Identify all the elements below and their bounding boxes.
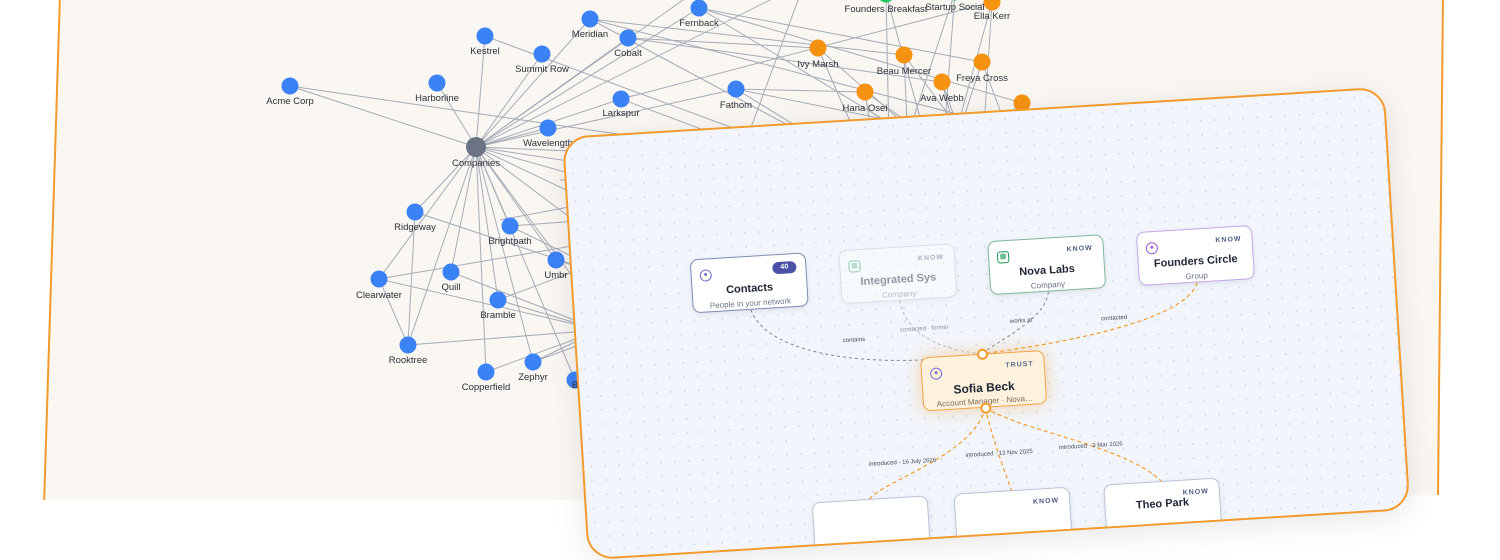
company-label: Clearwater: [356, 290, 402, 301]
company-node[interactable]: [690, 0, 708, 17]
company-node[interactable]: [524, 353, 542, 371]
event-label: Startup Social: [925, 2, 984, 13]
company-node[interactable]: [406, 203, 424, 221]
relationship-tag: KNOW: [1032, 497, 1060, 506]
contacts-node[interactable]: ● 40 Contacts People in your network: [689, 252, 809, 314]
detail-edges: contains contacted · former works at con…: [750, 282, 1198, 500]
person-node[interactable]: [933, 73, 951, 91]
person-label: Ivy Marsh: [797, 59, 838, 70]
company-node[interactable]: [399, 336, 417, 354]
company-node[interactable]: [442, 263, 460, 281]
person-label: Hana Osei: [843, 103, 888, 114]
company-node[interactable]: [619, 29, 637, 47]
company-label: Umbr: [544, 270, 567, 281]
company-label: Meridian: [572, 29, 608, 40]
company-label: Quill: [441, 282, 460, 293]
relationship-tag: TRUST: [1005, 360, 1034, 370]
company-node[interactable]: [428, 74, 446, 92]
edge-label-intro-1: introduced · 16 July 2026: [869, 458, 937, 468]
company-label: Cobalt: [614, 48, 642, 59]
contacts-count-badge: 40: [772, 260, 797, 275]
relationship-detail-panel: contains contacted · former works at con…: [562, 86, 1411, 560]
edge-intro-2: [984, 407, 1012, 491]
building-icon: ▦: [848, 260, 861, 273]
company-node[interactable]: [581, 10, 599, 28]
company-node[interactable]: [281, 77, 299, 95]
person-icon: ●: [929, 367, 943, 380]
person-node[interactable]: [895, 46, 913, 64]
companies-hub-label: Companies: [452, 158, 500, 169]
person-label: Ava Webb: [920, 93, 963, 104]
introduced-contact-node[interactable]: [811, 495, 931, 557]
edge-label-works-at: works at: [1009, 318, 1033, 325]
company-label: Rooktree: [389, 355, 428, 366]
company-node[interactable]: [477, 363, 495, 381]
company-label: Copperfield: [462, 382, 511, 393]
person-label: Freya Cross: [956, 73, 1008, 84]
company-node[interactable]: [533, 45, 551, 63]
building-icon: ▦: [996, 250, 1010, 264]
relationship-tag: KNOW: [1215, 235, 1242, 245]
introduced-contact-name: [814, 512, 928, 519]
relationship-tag: KNOW: [917, 253, 945, 263]
person-node[interactable]: [973, 53, 991, 71]
company-label: Summit Row: [515, 64, 569, 75]
group-icon: ●: [1145, 241, 1159, 255]
companies-hub-node[interactable]: [466, 137, 486, 157]
company-label: Zephyr: [518, 372, 548, 383]
company-node[interactable]: [489, 291, 507, 309]
company-label: Ridgeway: [394, 222, 436, 233]
edge-label-contacted: contacted: [1101, 315, 1127, 323]
person-icon: ●: [699, 269, 713, 282]
company-label: Acme Corp: [266, 96, 314, 107]
introduced-contact-node[interactable]: KNOW: [953, 486, 1073, 548]
nova-labs-node[interactable]: ▦ KNOW Nova Labs Company: [987, 234, 1107, 296]
company-label: Brightpath: [488, 236, 531, 247]
company-node[interactable]: [539, 119, 557, 137]
company-label: Bramble: [480, 310, 515, 321]
founders-circle-node[interactable]: ● KNOW Founders Circle Group: [1135, 225, 1255, 287]
introduced-contact-node[interactable]: KNOW Theo Park: [1103, 477, 1223, 539]
edge-label-contacted-former: contacted · former: [900, 325, 949, 334]
company-node[interactable]: [547, 251, 565, 269]
edge-label-intro-3: introduced · 3 Mar 2026: [1059, 441, 1124, 451]
company-label: Fathom: [720, 100, 752, 111]
event-label: Founders Breakfast: [845, 4, 928, 15]
relationship-tag: KNOW: [1066, 244, 1093, 254]
person-node[interactable]: [809, 39, 827, 57]
company-node[interactable]: [501, 217, 519, 235]
company-node[interactable]: [370, 270, 388, 288]
company-label: Larkspur: [603, 108, 640, 119]
person-node[interactable]: [856, 83, 874, 101]
company-node[interactable]: [476, 27, 494, 45]
person-label: Beau Mercer: [877, 66, 931, 77]
company-label: Harborline: [415, 93, 459, 104]
company-node[interactable]: [727, 80, 745, 98]
company-label: Fernback: [679, 18, 719, 29]
company-node[interactable]: [612, 90, 630, 108]
integrated-sys-node[interactable]: ▦ KNOW Integrated Sys Company: [838, 243, 958, 305]
company-label: Kestrel: [470, 46, 500, 57]
introduced-contact-name: Theo Park: [1135, 496, 1190, 512]
